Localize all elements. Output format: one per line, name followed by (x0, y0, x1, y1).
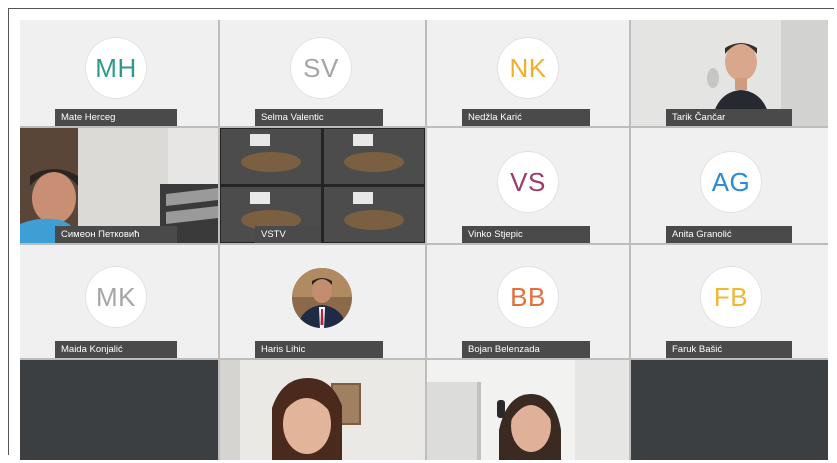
participant-tile-bojan-belenzada[interactable]: BB Bojan Belenzada (427, 245, 629, 358)
initials-avatar: VS (498, 152, 558, 212)
participant-tile-haris-lihic[interactable]: Haris Lihic (220, 245, 425, 358)
avatar-initials: AG (711, 166, 751, 197)
empty-tile (631, 360, 828, 460)
initials-avatar: AG (701, 152, 761, 212)
initials-avatar: MH (86, 38, 146, 98)
initials-avatar: MK (86, 267, 146, 327)
name-label: Tarik Čančar (666, 109, 792, 126)
avatar-initials: BB (510, 281, 546, 312)
name-label: Faruk Bašić (666, 341, 792, 358)
participant-tile-anita-granolic[interactable]: AG Anita Granolić (631, 128, 828, 243)
avatar-initials: VS (510, 166, 546, 197)
participant-tile-video-1[interactable] (220, 360, 425, 460)
name-label: Mate Herceg (55, 109, 177, 126)
camera-video (220, 128, 425, 243)
participant-tile-maida-konjalic[interactable]: MK Maida Konjalić (20, 245, 218, 358)
name-label: Bojan Belenzada (462, 341, 590, 358)
camera-video (427, 360, 629, 460)
name-label: Selma Valentic (255, 109, 383, 126)
name-label: VSTV (255, 226, 321, 243)
name-label: Anita Granolić (666, 226, 792, 243)
name-label: Симеон Петковић (55, 226, 177, 243)
name-label: Vinko Stjepic (462, 226, 590, 243)
participant-tile-tarik-cancar[interactable]: Tarik Čančar (631, 20, 828, 126)
avatar-initials: MH (95, 52, 137, 83)
participant-tile-nedzla-karic[interactable]: NK Nedžla Karić (427, 20, 629, 126)
participant-tile-vstv[interactable]: VSTV (220, 128, 425, 243)
avatar-initials: NK (509, 52, 547, 83)
participant-tile-simeon-petkovic[interactable]: Симеон Петковић (20, 128, 218, 243)
initials-avatar: NK (498, 38, 558, 98)
initials-avatar: BB (498, 267, 558, 327)
name-label: Maida Konjalić (55, 341, 177, 358)
participant-tile-faruk-basic[interactable]: FB Faruk Bašić (631, 245, 828, 358)
empty-tile (20, 360, 218, 460)
camera-video (220, 360, 425, 460)
profile-photo-avatar (292, 268, 352, 328)
initials-avatar: FB (701, 267, 761, 327)
participant-tile-video-2[interactable] (427, 360, 629, 460)
participant-tile-selma-valentic[interactable]: SV Selma Valentic (220, 20, 425, 126)
avatar-initials: SV (303, 52, 339, 83)
participant-tile-vinko-stjepic[interactable]: VS Vinko Stjepic (427, 128, 629, 243)
initials-avatar: SV (291, 38, 351, 98)
participant-tile-mate-herceg[interactable]: MH Mate Herceg (20, 20, 218, 126)
avatar-initials: FB (713, 281, 749, 312)
name-label: Haris Lihic (255, 341, 383, 358)
name-label: Nedžla Karić (462, 109, 590, 126)
video-grid: MH Mate Herceg SV Selma Valentic NK Nedž… (20, 20, 828, 460)
avatar-initials: MK (96, 281, 136, 312)
